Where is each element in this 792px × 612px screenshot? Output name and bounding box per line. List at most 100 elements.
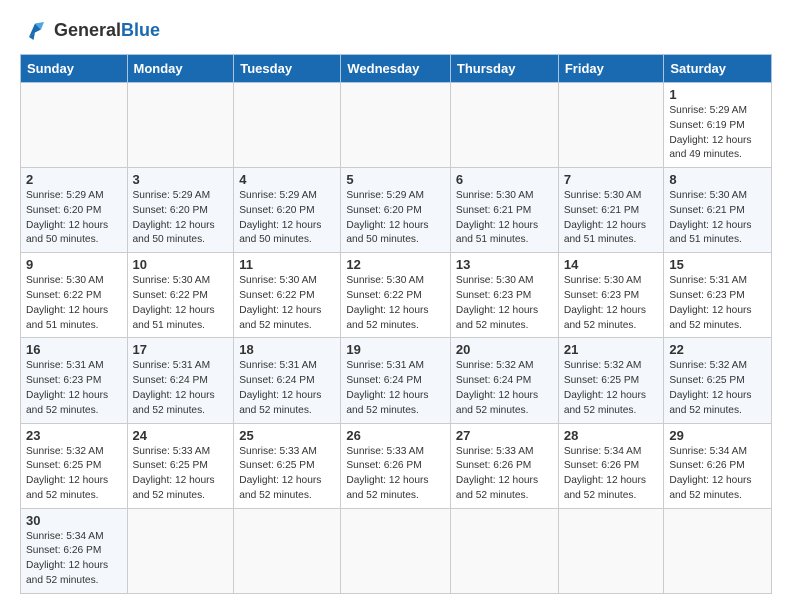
calendar-cell: 1 Sunrise: 5:29 AM Sunset: 6:19 PM Daylig… [664, 83, 772, 168]
weekday-header-saturday: Saturday [664, 55, 772, 83]
day-number: 21 [564, 342, 659, 357]
day-info: Sunrise: 5:32 AM Sunset: 6:24 PM Dayligh… [456, 359, 553, 418]
day-number: 19 [346, 342, 445, 357]
day-info: Sunrise: 5:33 AM Sunset: 6:26 PM Dayligh… [346, 445, 445, 504]
day-number: 7 [564, 172, 659, 187]
calendar-cell [341, 508, 451, 593]
logo: GeneralBlue [20, 16, 160, 46]
calendar-week-row: 23Sunrise: 5:32 AM Sunset: 6:25 PM Dayli… [21, 423, 772, 508]
day-number: 8 [669, 172, 766, 187]
calendar-cell: 6 Sunrise: 5:30 AM Sunset: 6:21 PM Daylig… [450, 168, 558, 253]
day-info: Sunrise: 5:34 AM Sunset: 6:26 PM Dayligh… [564, 445, 659, 504]
calendar-cell: 21 Sunrise: 5:32 AM Sunset: 6:25 PM Dayli… [558, 338, 664, 423]
page: GeneralBlue SundayMondayTuesdayWednesday… [0, 0, 792, 604]
calendar-cell: 17 Sunrise: 5:31 AM Sunset: 6:24 PM Dayli… [127, 338, 234, 423]
day-number: 17 [133, 342, 229, 357]
day-number: 20 [456, 342, 553, 357]
calendar-week-row: 9 Sunrise: 5:30 AM Sunset: 6:22 PM Daylig… [21, 253, 772, 338]
day-number: 24 [133, 428, 229, 443]
calendar-cell: 3Sunrise: 5:29 AM Sunset: 6:20 PM Daylig… [127, 168, 234, 253]
calendar-cell: 23Sunrise: 5:32 AM Sunset: 6:25 PM Dayli… [21, 423, 128, 508]
weekday-header-sunday: Sunday [21, 55, 128, 83]
logo-icon [20, 16, 50, 46]
day-number: 15 [669, 257, 766, 272]
calendar-cell [664, 508, 772, 593]
day-number: 1 [669, 87, 766, 102]
calendar-cell [127, 83, 234, 168]
calendar-cell: 26 Sunrise: 5:33 AM Sunset: 6:26 PM Dayli… [341, 423, 451, 508]
day-info: Sunrise: 5:30 AM Sunset: 6:22 PM Dayligh… [133, 274, 229, 333]
day-number: 27 [456, 428, 553, 443]
calendar-cell [558, 83, 664, 168]
calendar-cell: 2Sunrise: 5:29 AM Sunset: 6:20 PM Daylig… [21, 168, 128, 253]
day-info: Sunrise: 5:31 AM Sunset: 6:24 PM Dayligh… [239, 359, 335, 418]
calendar-cell: 8 Sunrise: 5:30 AM Sunset: 6:21 PM Daylig… [664, 168, 772, 253]
day-info: Sunrise: 5:31 AM Sunset: 6:23 PM Dayligh… [669, 274, 766, 333]
day-info: Sunrise: 5:30 AM Sunset: 6:21 PM Dayligh… [456, 189, 553, 248]
day-info: Sunrise: 5:31 AM Sunset: 6:24 PM Dayligh… [346, 359, 445, 418]
day-info: Sunrise: 5:30 AM Sunset: 6:23 PM Dayligh… [564, 274, 659, 333]
calendar-cell [21, 83, 128, 168]
header: GeneralBlue [20, 16, 772, 46]
calendar-cell: 9Sunrise: 5:30 AM Sunset: 6:22 PM Daylig… [21, 253, 128, 338]
day-info: Sunrise: 5:30 AM Sunset: 6:21 PM Dayligh… [669, 189, 766, 248]
day-info: Sunrise: 5:29 AM Sunset: 6:20 PM Dayligh… [346, 189, 445, 248]
calendar-cell: 16 Sunrise: 5:31 AM Sunset: 6:23 PM Dayli… [21, 338, 128, 423]
calendar-cell: 13 Sunrise: 5:30 AM Sunset: 6:23 PM Dayli… [450, 253, 558, 338]
calendar: SundayMondayTuesdayWednesdayThursdayFrid… [20, 54, 772, 594]
calendar-week-row: 1 Sunrise: 5:29 AM Sunset: 6:19 PM Daylig… [21, 83, 772, 168]
calendar-body: 1 Sunrise: 5:29 AM Sunset: 6:19 PM Daylig… [21, 83, 772, 594]
calendar-week-row: 16 Sunrise: 5:31 AM Sunset: 6:23 PM Dayli… [21, 338, 772, 423]
day-info: Sunrise: 5:29 AM Sunset: 6:20 PM Dayligh… [26, 189, 122, 248]
day-number: 6 [456, 172, 553, 187]
day-info: Sunrise: 5:30 AM Sunset: 6:22 PM Dayligh… [239, 274, 335, 333]
calendar-cell [558, 508, 664, 593]
day-info: Sunrise: 5:31 AM Sunset: 6:24 PM Dayligh… [133, 359, 229, 418]
day-number: 30 [26, 513, 122, 528]
day-number: 3 [133, 172, 229, 187]
day-info: Sunrise: 5:30 AM Sunset: 6:21 PM Dayligh… [564, 189, 659, 248]
calendar-cell: 19 Sunrise: 5:31 AM Sunset: 6:24 PM Dayli… [341, 338, 451, 423]
calendar-cell [450, 83, 558, 168]
day-number: 25 [239, 428, 335, 443]
calendar-cell: 25 Sunrise: 5:33 AM Sunset: 6:25 PM Dayli… [234, 423, 341, 508]
day-info: Sunrise: 5:31 AM Sunset: 6:23 PM Dayligh… [26, 359, 122, 418]
day-info: Sunrise: 5:32 AM Sunset: 6:25 PM Dayligh… [26, 445, 122, 504]
calendar-header: SundayMondayTuesdayWednesdayThursdayFrid… [21, 55, 772, 83]
calendar-cell: 20 Sunrise: 5:32 AM Sunset: 6:24 PM Dayli… [450, 338, 558, 423]
day-number: 12 [346, 257, 445, 272]
calendar-cell: 24 Sunrise: 5:33 AM Sunset: 6:25 PM Dayli… [127, 423, 234, 508]
calendar-cell: 28Sunrise: 5:34 AM Sunset: 6:26 PM Dayli… [558, 423, 664, 508]
day-info: Sunrise: 5:33 AM Sunset: 6:25 PM Dayligh… [133, 445, 229, 504]
calendar-cell: 15 Sunrise: 5:31 AM Sunset: 6:23 PM Dayli… [664, 253, 772, 338]
day-number: 29 [669, 428, 766, 443]
day-info: Sunrise: 5:30 AM Sunset: 6:22 PM Dayligh… [346, 274, 445, 333]
calendar-cell: 22Sunrise: 5:32 AM Sunset: 6:25 PM Dayli… [664, 338, 772, 423]
calendar-cell [127, 508, 234, 593]
calendar-cell: 12 Sunrise: 5:30 AM Sunset: 6:22 PM Dayli… [341, 253, 451, 338]
day-info: Sunrise: 5:32 AM Sunset: 6:25 PM Dayligh… [564, 359, 659, 418]
weekday-header-monday: Monday [127, 55, 234, 83]
day-info: Sunrise: 5:34 AM Sunset: 6:26 PM Dayligh… [669, 445, 766, 504]
day-number: 16 [26, 342, 122, 357]
day-info: Sunrise: 5:29 AM Sunset: 6:19 PM Dayligh… [669, 104, 766, 163]
day-number: 18 [239, 342, 335, 357]
calendar-cell: 29 Sunrise: 5:34 AM Sunset: 6:26 PM Dayli… [664, 423, 772, 508]
day-number: 22 [669, 342, 766, 357]
calendar-cell: 4Sunrise: 5:29 AM Sunset: 6:20 PM Daylig… [234, 168, 341, 253]
day-info: Sunrise: 5:33 AM Sunset: 6:25 PM Dayligh… [239, 445, 335, 504]
day-number: 10 [133, 257, 229, 272]
weekday-header-row: SundayMondayTuesdayWednesdayThursdayFrid… [21, 55, 772, 83]
calendar-cell: 5Sunrise: 5:29 AM Sunset: 6:20 PM Daylig… [341, 168, 451, 253]
calendar-cell [341, 83, 451, 168]
logo-text: GeneralBlue [54, 21, 160, 41]
calendar-cell: 14Sunrise: 5:30 AM Sunset: 6:23 PM Dayli… [558, 253, 664, 338]
weekday-header-wednesday: Wednesday [341, 55, 451, 83]
calendar-week-row: 30Sunrise: 5:34 AM Sunset: 6:26 PM Dayli… [21, 508, 772, 593]
day-number: 13 [456, 257, 553, 272]
day-number: 9 [26, 257, 122, 272]
day-info: Sunrise: 5:30 AM Sunset: 6:23 PM Dayligh… [456, 274, 553, 333]
calendar-cell: 30Sunrise: 5:34 AM Sunset: 6:26 PM Dayli… [21, 508, 128, 593]
weekday-header-thursday: Thursday [450, 55, 558, 83]
day-number: 26 [346, 428, 445, 443]
